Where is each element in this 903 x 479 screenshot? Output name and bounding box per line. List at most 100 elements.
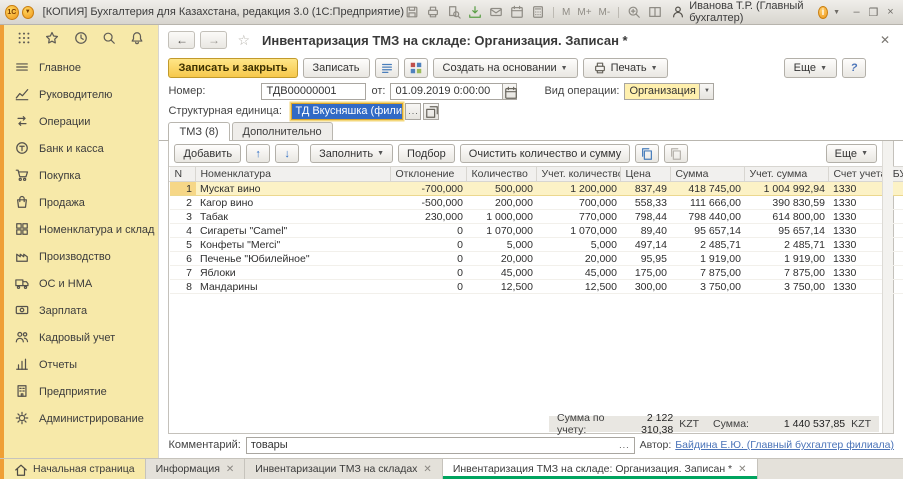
memory-button-m+[interactable]: M+ xyxy=(576,7,592,18)
cell-name[interactable]: Конфеты "Merci" xyxy=(196,238,391,252)
col-nomenclature[interactable]: Номенклатура xyxy=(196,167,391,182)
cell-sum[interactable]: 798 440,00 xyxy=(671,210,745,224)
cell-deviation[interactable]: 0 xyxy=(391,266,467,280)
cell-n[interactable]: 2 xyxy=(170,196,196,210)
close-tab-icon[interactable]: ✕ xyxy=(738,464,746,475)
cell-acc_sum[interactable]: 1 004 992,94 xyxy=(745,182,829,196)
cell-name[interactable]: Кагор вино xyxy=(196,196,391,210)
cell-n[interactable]: 3 xyxy=(170,210,196,224)
sidebar-item-glavnoe[interactable]: Главное xyxy=(4,54,158,81)
table-row[interactable]: 8Мандарины012,50012,500300,003 750,003 7… xyxy=(170,280,903,294)
show-register-button[interactable] xyxy=(375,58,399,78)
cell-sum[interactable]: 95 657,14 xyxy=(671,224,745,238)
col-acc-sum[interactable]: Учет. сумма xyxy=(745,167,829,182)
service-info-icon[interactable]: i xyxy=(818,6,828,19)
calendar-icon[interactable] xyxy=(502,83,517,100)
app-menu-button[interactable]: ▼ xyxy=(22,6,34,19)
table-row[interactable]: 7Яблоки045,00045,000175,007 875,007 875,… xyxy=(170,266,903,280)
cell-name[interactable]: Табак xyxy=(196,210,391,224)
cell-qty[interactable]: 1 070,000 xyxy=(467,224,537,238)
restore-button[interactable]: ❐ xyxy=(866,6,881,19)
cell-acc_qty[interactable]: 45,000 xyxy=(537,266,621,280)
apps-grid-icon[interactable] xyxy=(17,31,32,46)
col-sum[interactable]: Сумма xyxy=(671,167,745,182)
cell-n[interactable]: 5 xyxy=(170,238,196,252)
tab-tmz[interactable]: ТМЗ (8) xyxy=(168,122,229,141)
sidebar-item-nomenklatura-i-sklad[interactable]: Номенклатура и склад xyxy=(4,216,158,243)
cell-acc_qty[interactable]: 770,000 xyxy=(537,210,621,224)
cell-price[interactable]: 175,00 xyxy=(621,266,671,280)
taskbar-tab-1[interactable]: Информация✕ xyxy=(146,459,246,479)
favorite-star-icon[interactable]: ☆ xyxy=(237,32,250,49)
author-link[interactable]: Байдина Е.Ю. (Главный бухгалтер филиала) xyxy=(675,439,894,451)
tab-additional[interactable]: Дополнительно xyxy=(232,122,333,140)
table-row[interactable]: 5Конфеты "Merci"05,0005,000497,142 485,7… xyxy=(170,238,903,252)
cell-deviation[interactable]: 0 xyxy=(391,280,467,294)
cell-acc_qty[interactable]: 1 070,000 xyxy=(537,224,621,238)
memory-button-m[interactable]: M xyxy=(561,7,571,18)
print-icon[interactable] xyxy=(425,5,441,19)
sidebar-item-bank-i-kassa[interactable]: Банк и касса xyxy=(4,135,158,162)
cell-qty[interactable]: 45,000 xyxy=(467,266,537,280)
cell-name[interactable]: Печенье "Юбилейное" xyxy=(196,252,391,266)
cell-deviation[interactable]: -500,000 xyxy=(391,196,467,210)
table-row[interactable]: 3Табак230,0001 000,000770,000798,44798 4… xyxy=(170,210,903,224)
import-icon[interactable] xyxy=(467,5,483,19)
table-scrollbar[interactable] xyxy=(882,141,893,433)
structural-unit-field[interactable]: ТД Вкусняшка (филиал "ТД Лакоми xyxy=(291,103,403,120)
col-quantity[interactable]: Количество xyxy=(467,167,537,182)
calculator-icon[interactable] xyxy=(530,5,546,19)
save-button[interactable]: Записать xyxy=(303,58,370,78)
columns-icon[interactable] xyxy=(647,5,663,19)
chevron-down-icon[interactable]: ▼ xyxy=(699,83,714,100)
cell-name[interactable]: Мускат вино xyxy=(196,182,391,196)
cell-deviation[interactable]: -700,000 xyxy=(391,182,467,196)
save-and-close-button[interactable]: Записать и закрыть xyxy=(168,58,297,78)
comment-field[interactable]: товары ... xyxy=(246,437,635,454)
save-icon[interactable] xyxy=(404,5,420,19)
preview-icon[interactable] xyxy=(446,5,462,19)
cell-qty[interactable]: 1 000,000 xyxy=(467,210,537,224)
col-deviation[interactable]: Отклонение xyxy=(391,167,467,182)
add-row-button[interactable]: Добавить xyxy=(174,144,241,163)
cell-sum[interactable]: 3 750,00 xyxy=(671,280,745,294)
cell-sum[interactable]: 418 745,00 xyxy=(671,182,745,196)
cell-n[interactable]: 7 xyxy=(170,266,196,280)
move-up-button[interactable]: ↑ xyxy=(246,144,270,163)
date-field[interactable]: 01.09.2019 0:00:00 xyxy=(390,83,517,100)
taskbar-tab-0[interactable]: Начальная страница xyxy=(0,459,146,479)
table-row[interactable]: 6Печенье "Юбилейное"020,00020,00095,951 … xyxy=(170,252,903,266)
cell-sum[interactable]: 1 919,00 xyxy=(671,252,745,266)
pick-button[interactable]: Подбор xyxy=(398,144,455,163)
table-row[interactable]: 4Сигареты "Camel"01 070,0001 070,00089,4… xyxy=(170,224,903,238)
cell-acc_sum[interactable]: 3 750,00 xyxy=(745,280,829,294)
cell-price[interactable]: 558,33 xyxy=(621,196,671,210)
calendar-icon[interactable] xyxy=(509,5,525,19)
sidebar-item-rukovoditelyu[interactable]: Руководителю xyxy=(4,81,158,108)
cell-deviation[interactable]: 0 xyxy=(391,252,467,266)
col-acc-quantity[interactable]: Учет. количество xyxy=(537,167,621,182)
sidebar-item-operacii[interactable]: Операции xyxy=(4,108,158,135)
move-down-button[interactable]: ↓ xyxy=(275,144,299,163)
table-row[interactable]: 1Мускат вино-700,000500,0001 200,000837,… xyxy=(170,182,903,196)
cell-price[interactable]: 89,40 xyxy=(621,224,671,238)
favorites-star-icon[interactable] xyxy=(45,31,60,46)
cell-qty[interactable]: 5,000 xyxy=(467,238,537,252)
cell-name[interactable]: Яблоки xyxy=(196,266,391,280)
cell-n[interactable]: 6 xyxy=(170,252,196,266)
close-tab-icon[interactable]: ✕ xyxy=(226,464,234,475)
print-button[interactable]: Печать▼ xyxy=(583,58,668,78)
cell-deviation[interactable]: 0 xyxy=(391,224,467,238)
minimize-button[interactable]: – xyxy=(849,6,864,18)
forward-button[interactable]: → xyxy=(200,31,227,49)
cell-sum[interactable]: 7 875,00 xyxy=(671,266,745,280)
cell-qty[interactable]: 20,000 xyxy=(467,252,537,266)
sidebar-item-prodazha[interactable]: Продажа xyxy=(4,189,158,216)
help-button[interactable]: ? xyxy=(842,58,866,78)
sidebar-item-administrirovanie[interactable]: Администрирование xyxy=(4,405,158,432)
cell-deviation[interactable]: 230,000 xyxy=(391,210,467,224)
sidebar-item-pokupka[interactable]: Покупка xyxy=(4,162,158,189)
history-clock-icon[interactable] xyxy=(74,31,89,46)
form-close-icon[interactable]: ✕ xyxy=(876,33,894,47)
cell-deviation[interactable]: 0 xyxy=(391,238,467,252)
